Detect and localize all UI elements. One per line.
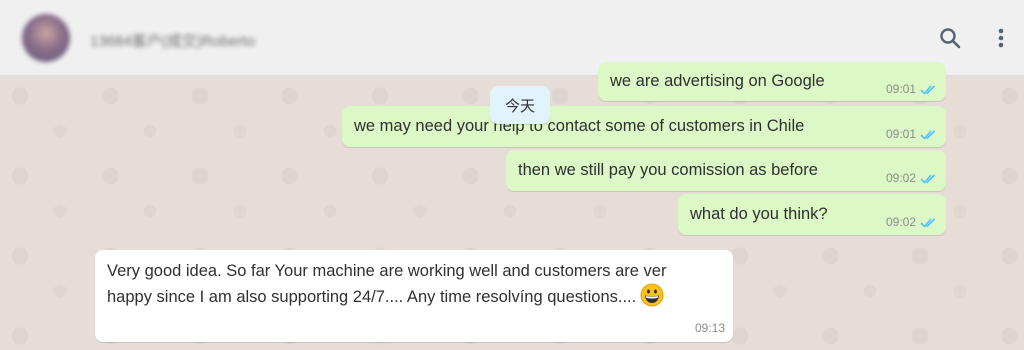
message-time: 09:13 xyxy=(694,321,725,335)
message-time: 09:02 xyxy=(885,171,916,185)
message-meta: 09:01 xyxy=(886,82,938,96)
message-text: we are advertising on Google xyxy=(610,72,825,90)
grinning-face-emoji-icon xyxy=(640,283,664,307)
avatar[interactable] xyxy=(22,14,70,62)
outgoing-message[interactable]: we may need your help to contact some of… xyxy=(342,106,946,147)
message-meta: 09:02 xyxy=(886,215,938,229)
read-ticks-icon xyxy=(920,217,936,228)
message-line: Very good idea. So far Your machine are … xyxy=(107,262,667,280)
message-meta: 09:01 xyxy=(886,127,938,141)
read-ticks-icon xyxy=(920,173,936,184)
message-line: happy since I am also supporting 24/7...… xyxy=(107,288,637,306)
message-line-2: happy since I am also supporting 24/7...… xyxy=(107,283,727,309)
outgoing-message[interactable]: we are advertising on Google 09:01 xyxy=(598,62,946,101)
incoming-message[interactable]: Very good idea. So far Your machine are … xyxy=(95,250,733,342)
read-ticks-icon xyxy=(920,129,936,140)
search-icon[interactable] xyxy=(936,24,964,52)
message-meta: 09:02 xyxy=(886,171,938,185)
message-time: 09:01 xyxy=(885,127,916,141)
message-text: Very good idea. So far Your machine are … xyxy=(107,259,727,309)
outgoing-message[interactable]: what do you think? 09:02 xyxy=(678,194,946,235)
message-text: then we still pay you comission as befor… xyxy=(518,161,818,179)
message-time: 09:02 xyxy=(885,215,916,229)
message-meta: 09:13 xyxy=(695,321,725,335)
message-text: what do you think? xyxy=(690,205,828,223)
contact-name[interactable]: 13684客户(成交)Roberto xyxy=(90,30,255,51)
message-text: we may need your help to contact some of… xyxy=(354,117,805,135)
date-divider: 今天 xyxy=(490,86,550,124)
message-time: 09:01 xyxy=(885,82,916,96)
outgoing-message[interactable]: then we still pay you comission as befor… xyxy=(506,150,946,191)
read-ticks-icon xyxy=(920,84,936,95)
more-vertical-icon[interactable] xyxy=(987,24,1015,52)
